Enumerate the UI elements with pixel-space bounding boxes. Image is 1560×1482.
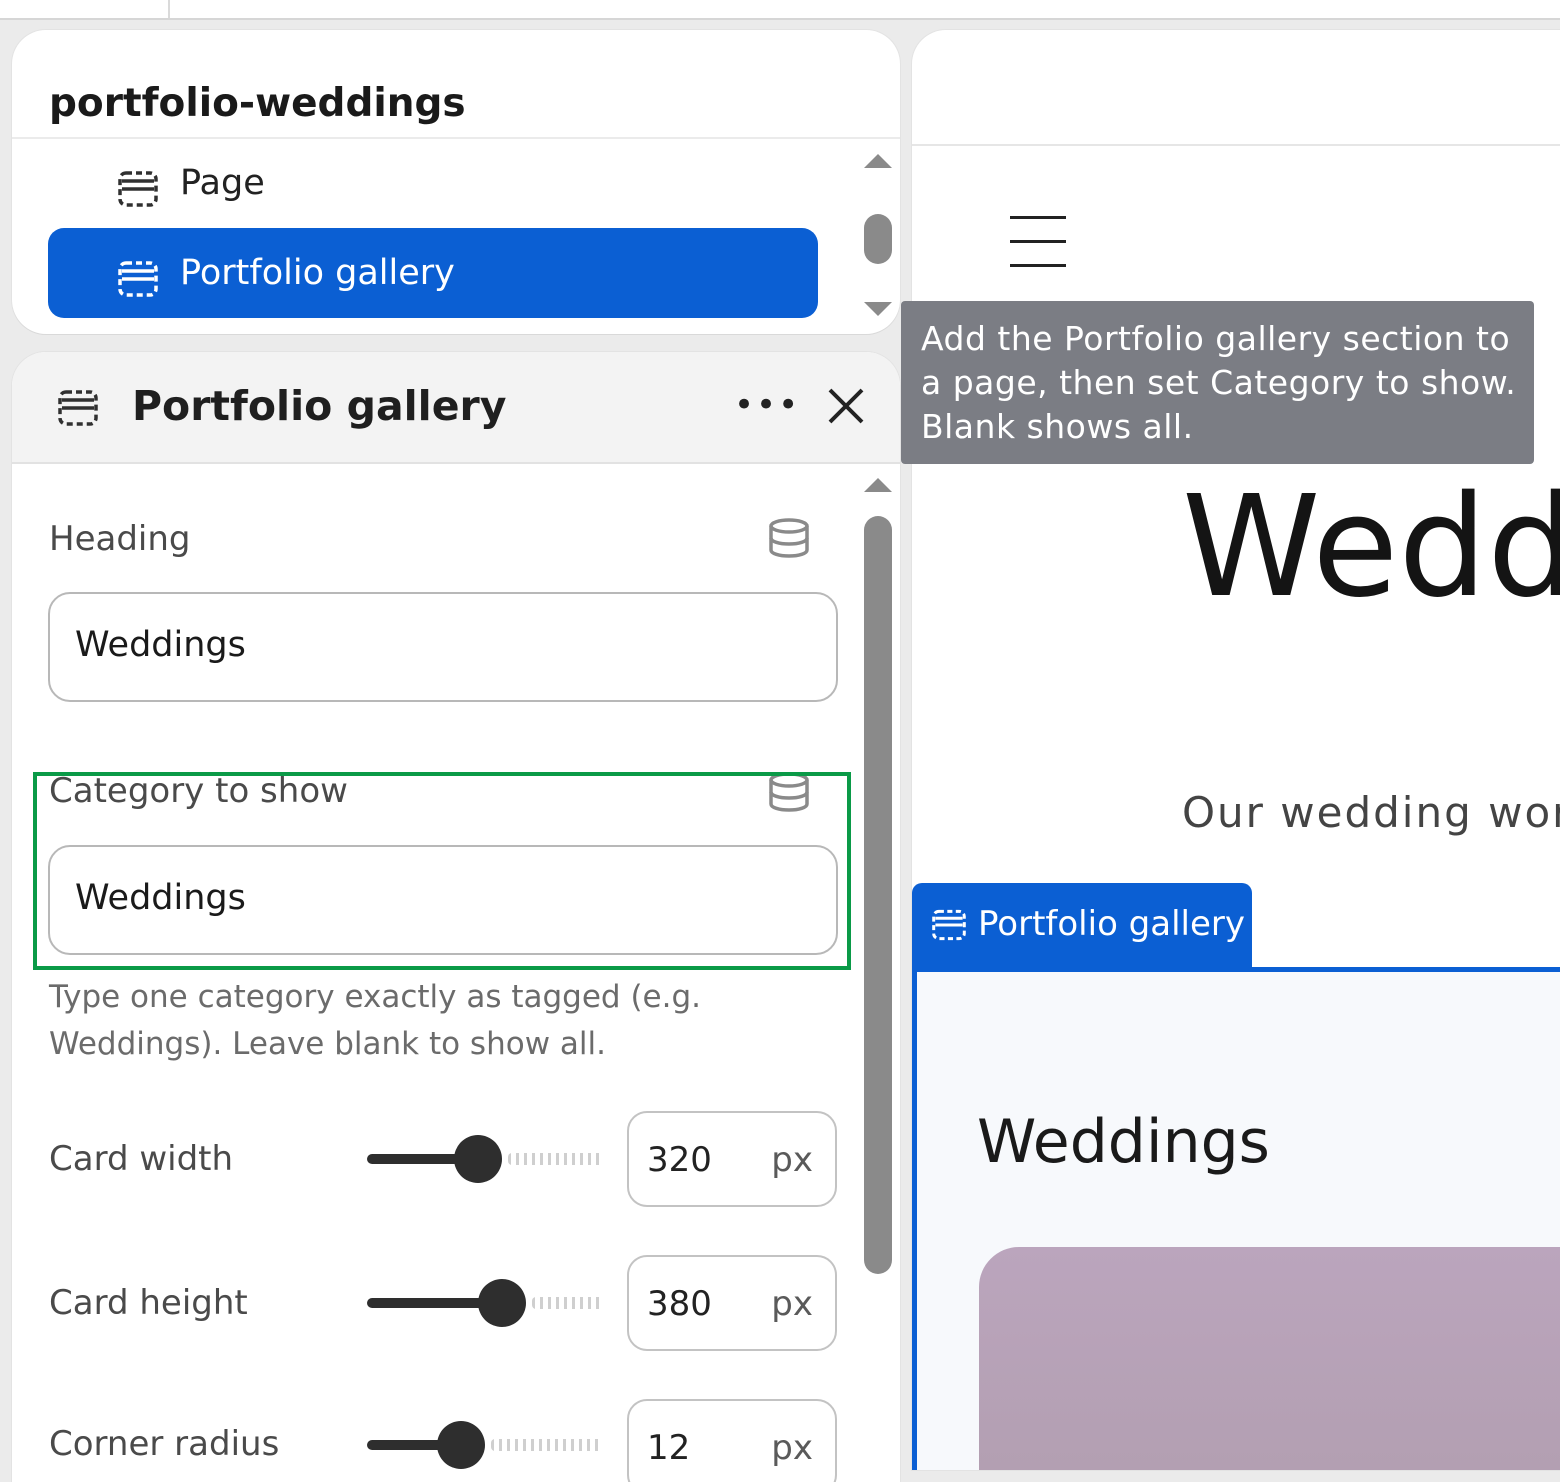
category-field-highlight (33, 772, 851, 970)
card-width-value: 320 (647, 1140, 712, 1180)
corner-radius-slider-handle[interactable] (437, 1421, 485, 1469)
nav-scroll-up-icon[interactable] (864, 154, 892, 168)
card-height-label: Card height (49, 1283, 248, 1323)
corner-radius-label: Corner radius (49, 1424, 280, 1464)
card-width-unit: px (771, 1140, 813, 1180)
section-tab-label: Portfolio gallery (978, 904, 1246, 944)
gallery-card-image[interactable] (979, 1247, 1560, 1470)
settings-scrollbar-thumb[interactable] (864, 516, 892, 1274)
corner-radius-value: 12 (647, 1428, 691, 1468)
nav-item-label: Portfolio gallery (180, 253, 455, 293)
theme-preview: Wedd Our wedding work Portfolio gallery … (912, 30, 1560, 1470)
heading-label: Heading (49, 519, 191, 559)
menu-icon[interactable] (1010, 216, 1066, 288)
card-height-slider-track[interactable] (532, 1297, 603, 1309)
settings-title: Portfolio gallery (132, 382, 507, 430)
section-nav-panel: portfolio-weddings Page Portfolio galler… (12, 30, 900, 334)
card-height-value: 380 (647, 1284, 712, 1324)
corner-radius-slider-track[interactable] (491, 1439, 603, 1451)
nav-scrollbar-thumb[interactable] (864, 214, 892, 264)
card-width-slider-track[interactable] (508, 1153, 603, 1165)
toolbar-divider (168, 0, 170, 18)
close-icon[interactable] (822, 382, 870, 430)
nav-item-label: Page (180, 163, 265, 203)
card-height-input[interactable]: 380 px (627, 1255, 837, 1351)
nav-item-page[interactable]: Page (48, 138, 818, 228)
more-icon[interactable]: ••• (734, 388, 798, 424)
card-height-slider-handle[interactable] (478, 1279, 526, 1327)
selected-section-tab[interactable]: Portfolio gallery (912, 883, 1252, 967)
portfolio-gallery-section[interactable]: Weddings (912, 967, 1560, 1470)
nav-scroll-down-icon[interactable] (864, 302, 892, 316)
preview-header-divider (912, 144, 1560, 146)
database-icon[interactable] (768, 518, 810, 562)
tooltip: Add the Portfolio gallery section to a p… (901, 301, 1534, 464)
card-width-slider-handle[interactable] (454, 1135, 502, 1183)
section-icon (932, 909, 966, 945)
settings-scroll-up-icon[interactable] (864, 478, 892, 492)
heading-input-value: Weddings (75, 625, 246, 665)
template-title: portfolio-weddings (49, 81, 466, 126)
tooltip-text: Add the Portfolio gallery section to a p… (921, 319, 1517, 446)
hero-subtitle: Our wedding work (1182, 788, 1560, 837)
section-icon (118, 171, 158, 211)
hero-title: Wedd (1182, 466, 1560, 629)
gallery-heading: Weddings (977, 1107, 1270, 1177)
top-toolbar (0, 0, 1560, 20)
heading-input[interactable]: Weddings (48, 592, 838, 702)
category-help-text: Type one category exactly as tagged (e.g… (49, 979, 701, 1062)
section-icon (58, 390, 98, 430)
nav-item-portfolio-gallery[interactable]: Portfolio gallery (48, 228, 818, 318)
settings-header: Portfolio gallery ••• (12, 352, 900, 464)
card-width-input[interactable]: 320 px (627, 1111, 837, 1207)
corner-radius-input[interactable]: 12 px (627, 1399, 837, 1482)
card-height-unit: px (771, 1284, 813, 1324)
section-icon (118, 261, 158, 301)
corner-radius-unit: px (771, 1428, 813, 1468)
card-width-label: Card width (49, 1139, 234, 1179)
